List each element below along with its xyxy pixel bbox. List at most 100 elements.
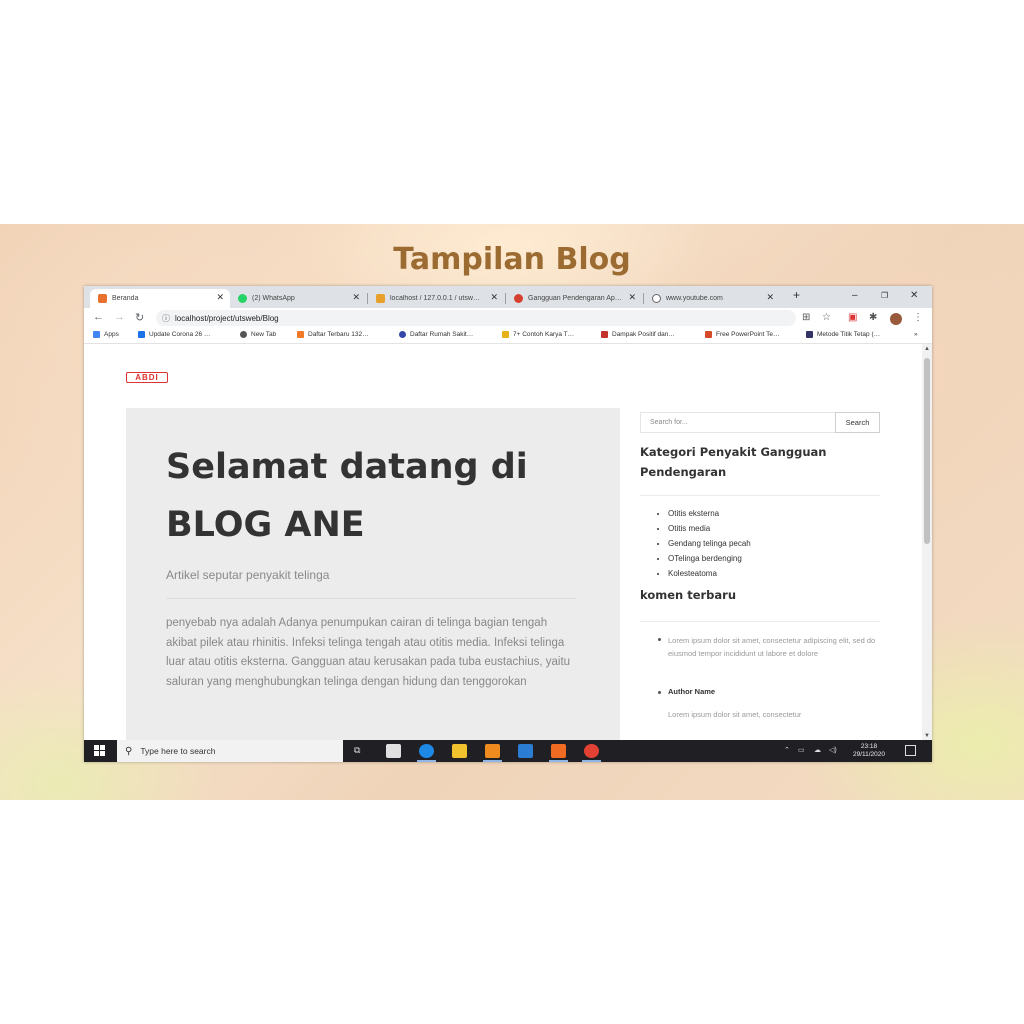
back-arrow-icon[interactable]: ← [93, 311, 104, 323]
bookmark-icon [138, 331, 145, 338]
phpmyadmin-icon [376, 294, 385, 303]
recent-comments-heading: komen terbaru [640, 588, 737, 602]
task-view-icon[interactable]: ⧉ [354, 745, 360, 756]
category-item[interactable]: Gendang telinga pecah [668, 536, 751, 551]
chevron-right-icon[interactable]: » [914, 331, 918, 338]
divider [640, 621, 880, 622]
window-close-button[interactable]: ✕ [910, 290, 918, 301]
store-icon[interactable] [386, 744, 401, 758]
category-item[interactable]: Kolesteatoma [668, 566, 751, 581]
categories-list: Otitis eksterna Otitis media Gendang tel… [668, 506, 751, 581]
url-text: localhost/project/utsweb/Blog [175, 313, 279, 323]
bookmark-item[interactable]: Daftar Rumah Sakit… [399, 331, 473, 338]
puzzle-icon[interactable]: ✱ [869, 312, 877, 323]
extension-icon[interactable]: ▣ [848, 312, 857, 323]
volume-icon[interactable]: ◁) [829, 746, 837, 754]
clock-time: 23:18 [860, 743, 878, 750]
hero-title-line2: BLOG ANE [166, 505, 365, 545]
taskbar-search-placeholder: Type here to search [140, 746, 216, 756]
bookmark-apps[interactable]: Apps [93, 331, 119, 338]
tab-whatsapp[interactable]: (2) WhatsApp ✕ [230, 289, 366, 308]
bookmark-item[interactable]: Dampak Positif dan… [601, 331, 675, 338]
bookmarks-bar: Apps Update Corona 26 … New Tab Daftar T… [84, 328, 932, 344]
file-explorer-icon[interactable] [452, 744, 467, 758]
minimize-button[interactable]: – [852, 290, 858, 301]
taskbar-clock[interactable]: 23:18 29/11/2020 [846, 743, 892, 759]
close-icon[interactable]: ✕ [216, 292, 224, 303]
browser-tab-strip: Beranda ✕ (2) WhatsApp ✕ localhost / 127… [84, 286, 932, 308]
hero-jumbotron: Selamat datang di BLOG ANE Artikel seput… [126, 408, 620, 740]
sublime-text-icon[interactable] [483, 744, 502, 762]
taskbar-search-box[interactable]: ⚲ Type here to search [117, 740, 343, 762]
bookmark-icon [502, 331, 509, 338]
close-icon[interactable]: ✕ [766, 292, 774, 303]
address-bar[interactable]: ⓘ localhost/project/utsweb/Blog [156, 310, 796, 326]
list-bullet [658, 691, 661, 694]
star-icon[interactable]: ☆ [822, 312, 831, 323]
profile-avatar[interactable] [890, 313, 902, 325]
site-logo[interactable]: ABDI [126, 372, 168, 383]
hero-title: Selamat datang di BLOG ANE [166, 438, 586, 554]
xampp-icon[interactable] [549, 744, 568, 762]
search-button[interactable]: Search [835, 412, 880, 433]
bookmark-icon [297, 331, 304, 338]
scroll-down-icon[interactable]: ▼ [924, 733, 930, 739]
bookmark-icon [399, 331, 406, 338]
translate-icon[interactable]: ⊞ [802, 312, 810, 323]
close-icon[interactable]: ✕ [490, 292, 498, 303]
bookmark-item[interactable]: Daftar Terbaru 132… [297, 331, 369, 338]
comment-text: Lorem ipsum dolor sit amet, consectetur [668, 710, 802, 719]
chevron-up-icon[interactable]: ⌃ [784, 746, 790, 754]
hero-subtitle: Artikel seputar penyakit telinga [166, 568, 330, 582]
category-item[interactable]: Otitis eksterna [668, 506, 751, 521]
list-bullet [658, 638, 661, 641]
tab-label: (2) WhatsApp [252, 295, 295, 302]
bookmark-item[interactable]: Metode Titik Tetap (… [806, 331, 880, 338]
bookmark-item[interactable]: 7+ Contoh Karya T… [502, 331, 574, 338]
search-input[interactable]: Search for... [640, 412, 835, 433]
categories-heading: Kategori Penyakit Gangguan Pendengaran [640, 445, 827, 479]
close-icon[interactable]: ✕ [628, 292, 636, 303]
hero-body-text: penyebab nya adalah Adanya penumpukan ca… [166, 617, 571, 688]
slide-background: Tampilan Blog Beranda ✕ (2) WhatsApp ✕ l… [0, 224, 1024, 800]
scroll-up-icon[interactable]: ▲ [924, 346, 930, 352]
windows-start-icon[interactable] [94, 745, 106, 757]
divider [166, 598, 576, 599]
mail-icon[interactable] [518, 744, 533, 758]
tab-gangguan[interactable]: Gangguan Pendengaran Ap… ✕ [506, 289, 642, 308]
reload-icon[interactable]: ↻ [135, 311, 144, 324]
category-item[interactable]: Otitis media [668, 521, 751, 536]
bookmark-item[interactable]: New Tab [240, 331, 276, 338]
comment-author: Author Name [668, 687, 716, 696]
page-scrollbar[interactable]: ▲ ▼ [922, 344, 932, 740]
close-icon[interactable]: ✕ [352, 292, 360, 303]
edge-icon[interactable] [417, 744, 436, 762]
bookmark-icon [705, 331, 712, 338]
comment-text: Lorem ipsum dolor sit amet, consectetur … [668, 636, 876, 658]
notification-icon[interactable] [905, 745, 916, 756]
tab-phpmyadmin[interactable]: localhost / 127.0.0.1 / utsw… ✕ [368, 289, 504, 308]
blogger-icon [98, 294, 107, 303]
bookmark-item[interactable]: Update Corona 26 … [138, 331, 210, 338]
battery-icon[interactable]: ▭ [798, 746, 805, 754]
network-icon[interactable]: ☁ [814, 746, 821, 754]
whatsapp-icon [238, 294, 247, 303]
info-icon[interactable]: ⓘ [162, 313, 170, 324]
tab-label: www.youtube.com [666, 295, 723, 302]
category-item[interactable]: OTelinga berdenging [668, 551, 751, 566]
site-icon [514, 294, 523, 303]
maximize-button[interactable]: ❐ [881, 291, 888, 300]
globe-icon [240, 331, 247, 338]
tab-beranda[interactable]: Beranda ✕ [90, 289, 230, 308]
menu-icon[interactable]: ⋮ [913, 312, 923, 323]
new-tab-button[interactable]: + [793, 288, 800, 302]
divider [640, 495, 880, 496]
globe-icon [652, 294, 661, 303]
scrollbar-thumb[interactable] [924, 358, 930, 544]
chrome-icon[interactable] [582, 744, 601, 762]
tab-youtube[interactable]: www.youtube.com ✕ [644, 289, 780, 308]
forward-arrow-icon[interactable]: → [114, 311, 125, 323]
screenshot-frame: Beranda ✕ (2) WhatsApp ✕ localhost / 127… [84, 286, 932, 762]
slide-title: Tampilan Blog [393, 242, 631, 277]
bookmark-item[interactable]: Free PowerPoint Te… [705, 331, 779, 338]
